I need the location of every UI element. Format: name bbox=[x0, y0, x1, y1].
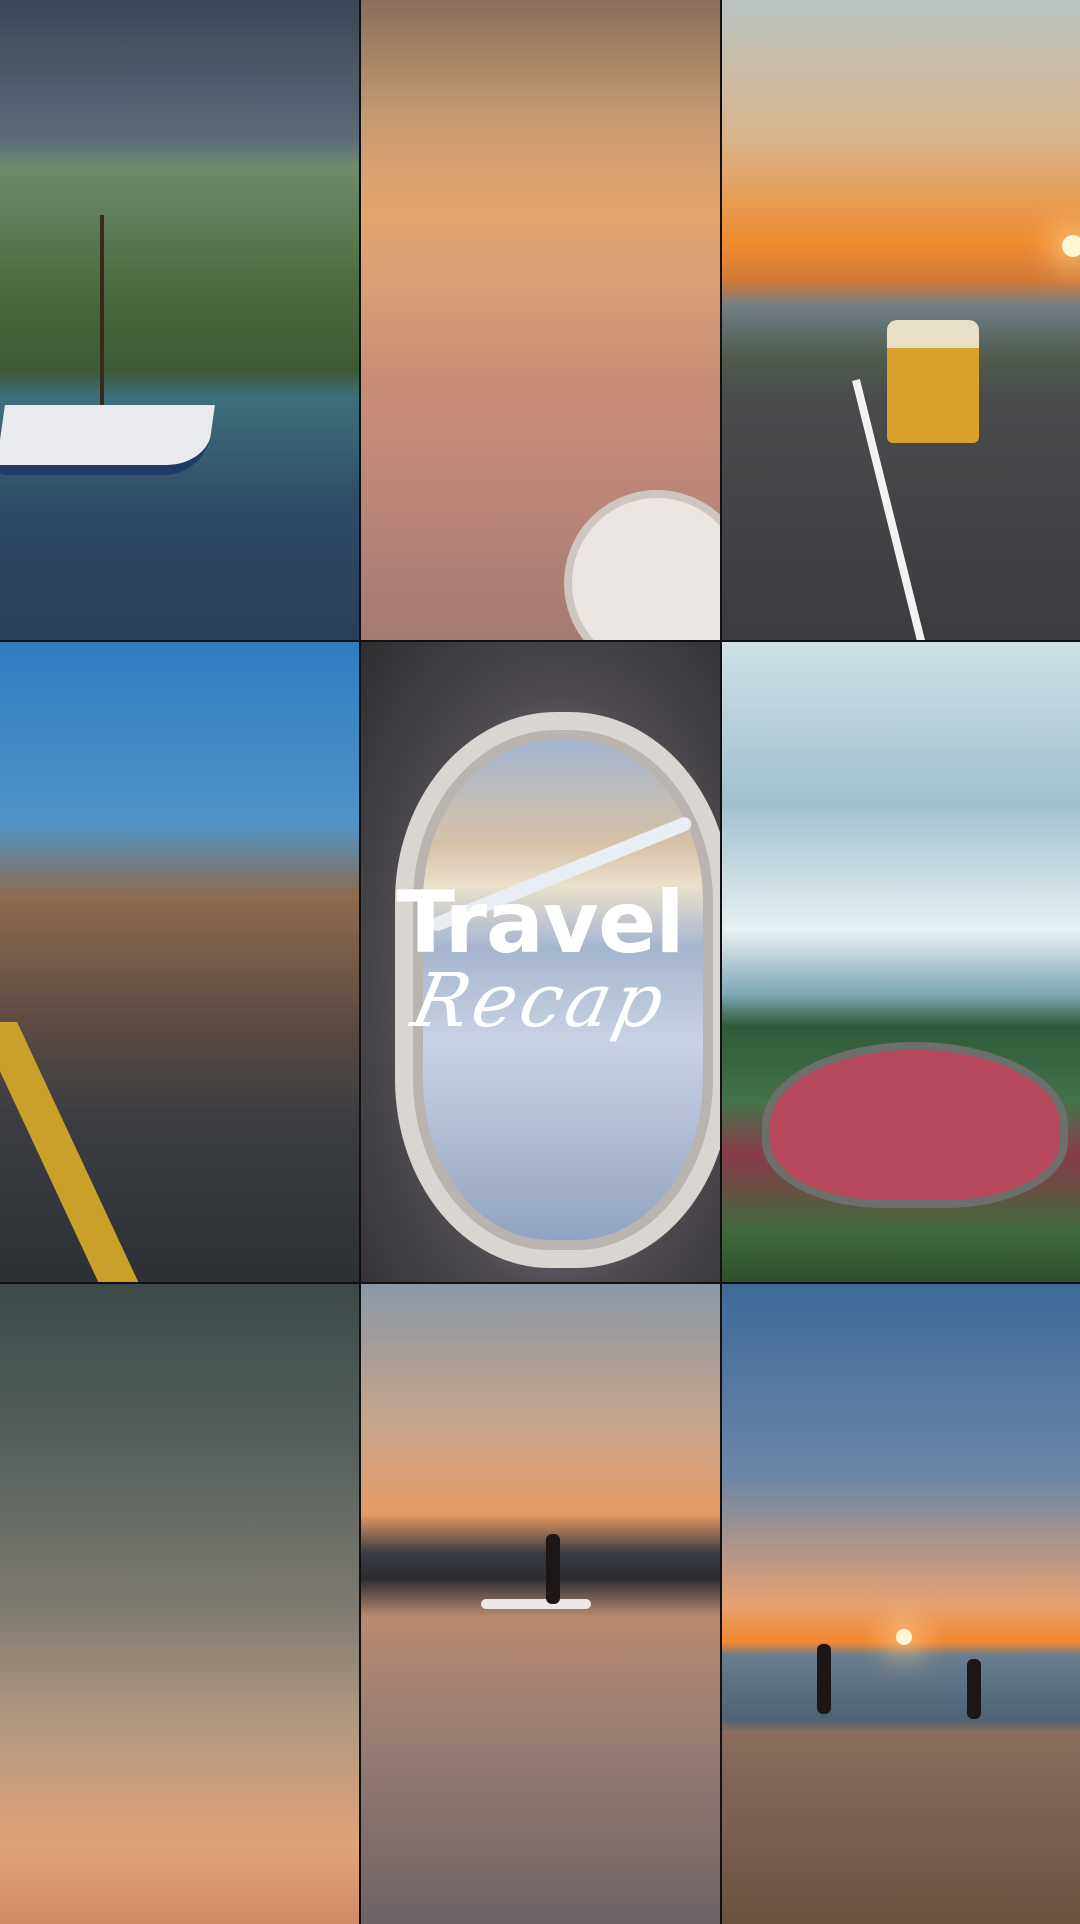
amphitheatre bbox=[762, 1042, 1068, 1208]
photo-waves-amphitheatre bbox=[722, 642, 1080, 1282]
photo-paddleboard-sunset bbox=[361, 1284, 720, 1924]
paddleboard bbox=[481, 1599, 591, 1609]
person-left bbox=[817, 1644, 831, 1714]
photo-clouds-from-plane bbox=[361, 0, 720, 640]
platform-edge bbox=[0, 1022, 143, 1282]
sun bbox=[1062, 235, 1080, 257]
photo-train-station bbox=[0, 642, 359, 1282]
sun bbox=[896, 1629, 912, 1645]
photo-beach-sunset bbox=[722, 1284, 1080, 1924]
photo-van-coastal-road bbox=[722, 0, 1080, 640]
window-pane bbox=[395, 712, 720, 1268]
person-right bbox=[967, 1659, 981, 1719]
sailboat bbox=[0, 405, 215, 475]
boat-mast bbox=[100, 215, 104, 415]
photo-airplane-window bbox=[361, 642, 720, 1282]
photo-birds-dusk-sky bbox=[0, 1284, 359, 1924]
camper-van bbox=[887, 320, 979, 443]
paddler-person bbox=[546, 1534, 560, 1604]
plane-engine bbox=[564, 490, 720, 640]
photo-collage bbox=[0, 0, 1080, 1924]
photo-sailboat-bay bbox=[0, 0, 359, 640]
